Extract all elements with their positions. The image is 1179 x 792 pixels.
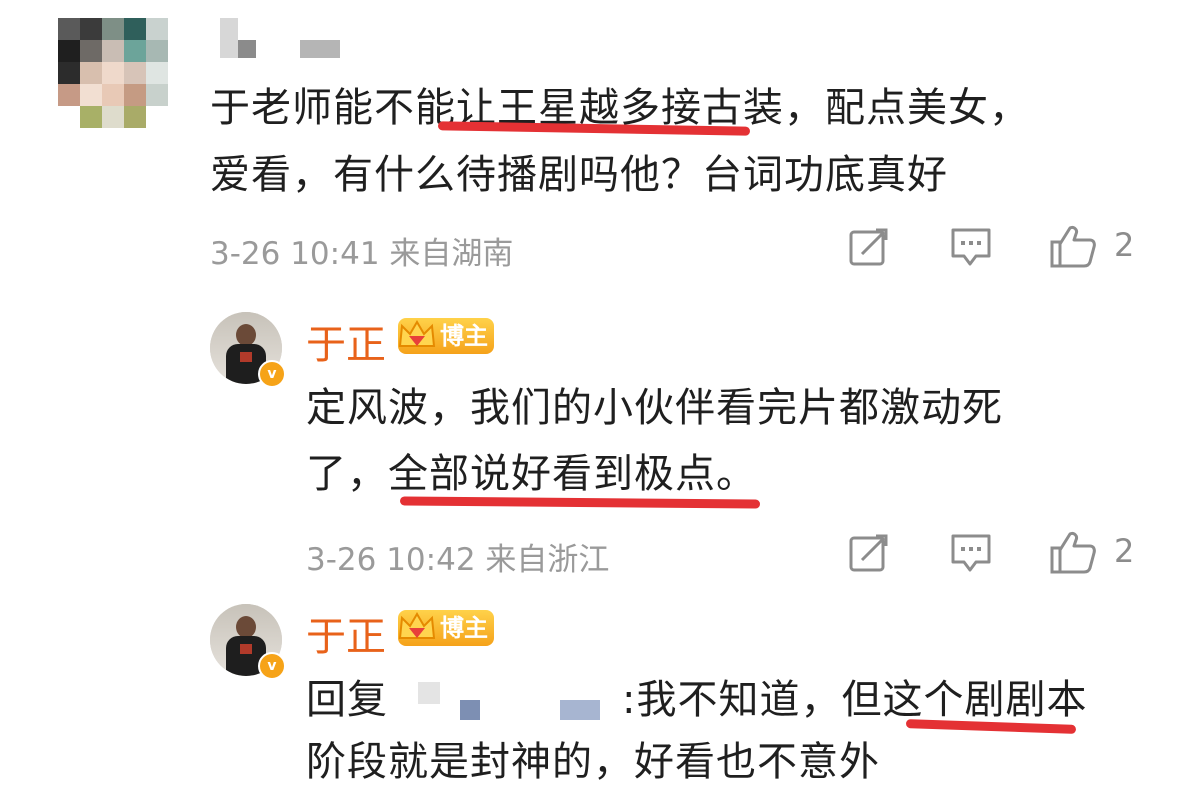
mentioned-user-blurred[interactable] [400,680,620,724]
reply-meta: 3-26 10:42 来自浙江 [306,542,610,578]
verified-v-icon: v [258,652,286,680]
like-button[interactable]: 2 [1048,222,1144,270]
repost-button[interactable] [846,224,892,270]
reply-text-line-2: 阶段就是封神的，好看也不意外 [306,739,880,785]
author-name[interactable]: 于正 [306,312,386,370]
author-name[interactable]: 于正 [306,604,386,662]
highlight-underline [399,496,761,509]
reply-button[interactable] [948,530,994,576]
commenter-avatar-blurred[interactable] [58,18,182,142]
edit-share-icon [849,228,888,266]
reply-text-line-1: 定风波，我们的小伙伴看完片都激动死 [306,385,1003,431]
thumbs-up-icon [1050,532,1096,574]
badge-label: 博主 [440,614,488,642]
crown-icon [398,612,436,639]
commenter-name-blurred[interactable] [218,18,348,62]
like-count: 2 [1114,226,1135,264]
comment-meta: 3-26 10:41 来自湖南 [210,236,514,272]
crown-icon [398,320,436,347]
repost-button[interactable] [846,530,892,576]
thumbs-up-icon [1050,226,1096,268]
edit-share-icon [849,534,888,572]
blogger-badge: 博主 [398,318,494,354]
comment-icon [951,534,991,572]
badge-label: 博主 [440,322,488,350]
verified-v-icon: v [258,360,286,388]
like-count: 2 [1114,532,1135,570]
comment-text-line-2: 爱看，有什么待播剧吗他？台词功底真好 [210,152,948,198]
reply-button[interactable] [948,224,994,270]
reply-prefix: 回复 [306,677,388,723]
reply-text-line-1: :我不知道，但这个剧剧本 [622,677,1088,723]
blogger-badge: 博主 [398,610,494,646]
reply-text-line-2: 了，全部说好看到极点。 [306,451,757,497]
comment-icon [951,228,991,266]
like-button[interactable]: 2 [1048,528,1144,576]
